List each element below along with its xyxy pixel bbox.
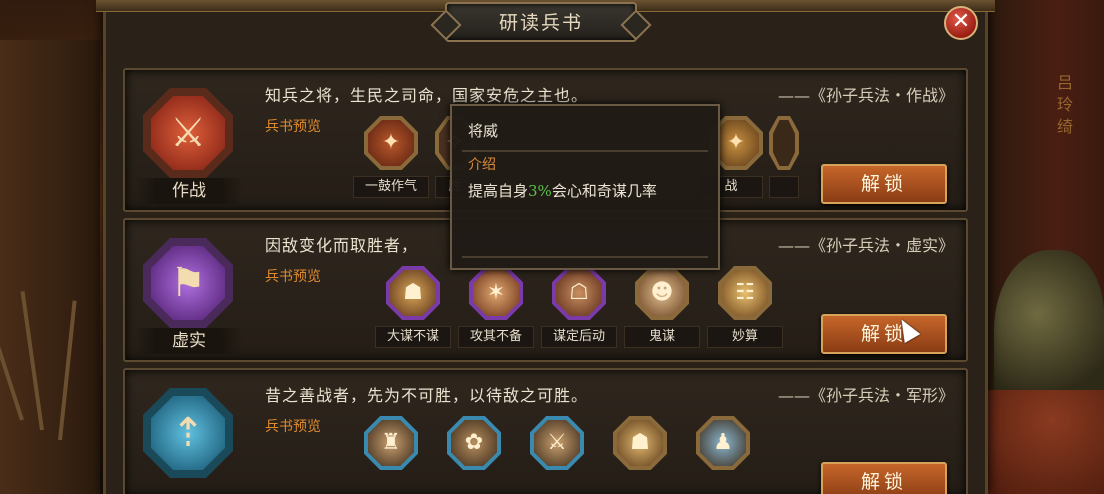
skill-name: 大谋不谋 bbox=[375, 326, 451, 348]
skill-item[interactable]: ♜ bbox=[353, 416, 429, 470]
skill-item[interactable]: ☷ 妙算 bbox=[707, 266, 783, 348]
skill-name bbox=[769, 176, 799, 198]
unlock-button[interactable]: 解锁 bbox=[821, 462, 947, 494]
skill-icon: ☗ bbox=[390, 270, 436, 316]
window-title: 研读兵书 bbox=[498, 12, 583, 34]
emblem-label: 虚实 bbox=[135, 328, 243, 354]
unlock-button[interactable]: 解锁 bbox=[821, 314, 947, 354]
skill-icon: ☷ bbox=[722, 270, 768, 316]
lion-statue-decoration bbox=[994, 250, 1104, 410]
tooltip-divider bbox=[462, 150, 708, 152]
skill-name: 妙算 bbox=[707, 326, 783, 348]
skill-name: 攻其不备 bbox=[458, 326, 534, 348]
skill-item[interactable]: ☗ 大谋不谋 bbox=[375, 266, 451, 348]
skill-icon: ☗ bbox=[617, 420, 663, 466]
emblem-zuozhan-icon[interactable]: ⚔ bbox=[143, 88, 233, 178]
preview-label: 兵书预览 bbox=[265, 269, 321, 285]
skill-item[interactable] bbox=[769, 116, 799, 198]
book-quote: 知兵之将，生民之司命，国家安危之主也。 bbox=[265, 86, 589, 105]
book-card-junxing: ⇡ 昔之善战者，先为不可胜，以待敌之可胜。 ——《孙子兵法・军形》 兵书预览 ♜… bbox=[123, 368, 968, 494]
skill-item[interactable]: ✦ 一鼓作气 bbox=[353, 116, 429, 198]
skill-icon: ♟ bbox=[700, 420, 746, 466]
side-character-name[interactable]: 吕玲绮 bbox=[1050, 72, 1080, 138]
skill-item[interactable]: ☗ bbox=[602, 416, 678, 470]
preview-label: 兵书预览 bbox=[265, 419, 321, 435]
skill-item[interactable]: ☖ 谋定后动 bbox=[541, 266, 617, 348]
skill-icon: ⚔ bbox=[534, 420, 580, 466]
tooltip-section-label: 介绍 bbox=[468, 157, 496, 173]
unlock-button[interactable]: 解锁 bbox=[821, 164, 947, 204]
skill-name: 一鼓作气 bbox=[353, 176, 429, 198]
emblem-label: 作战 bbox=[135, 178, 243, 204]
skill-icon bbox=[773, 120, 795, 166]
skill-icon: ✦ bbox=[368, 120, 414, 166]
book-quote: 因敌变化而取胜者， bbox=[265, 236, 419, 255]
character-decoration bbox=[974, 390, 1104, 494]
book-source: ——《孙子兵法・作战》 bbox=[777, 86, 954, 105]
skill-icon: ✿ bbox=[451, 420, 497, 466]
tooltip-highlight-value: 3% bbox=[528, 182, 552, 200]
skill-icon: ☻ bbox=[639, 270, 685, 316]
skill-item[interactable]: ♟ bbox=[685, 416, 761, 470]
book-quote: 昔之善战者，先为不可胜，以待敌之可胜。 bbox=[265, 386, 589, 405]
emblem-junxing-icon[interactable]: ⇡ bbox=[143, 388, 233, 478]
book-source: ——《孙子兵法・军形》 bbox=[777, 386, 954, 405]
skill-item[interactable]: ☻ 鬼谋 bbox=[624, 266, 700, 348]
skill-name: 谋定后动 bbox=[541, 326, 617, 348]
skill-icon: ✶ bbox=[473, 270, 519, 316]
skill-tooltip: 将威 介绍 提高自身3%会心和奇谋几率 bbox=[450, 104, 720, 270]
skill-icon: ♜ bbox=[368, 420, 414, 466]
skill-item[interactable]: ✶ 攻其不备 bbox=[458, 266, 534, 348]
skill-icon: ☖ bbox=[556, 270, 602, 316]
background-shelf bbox=[0, 40, 100, 494]
skill-item[interactable]: ⚔ bbox=[519, 416, 595, 470]
skill-item[interactable]: ✿ bbox=[436, 416, 512, 470]
book-source: ——《孙子兵法・虚实》 bbox=[777, 236, 954, 255]
skill-name: 鬼谋 bbox=[624, 326, 700, 348]
close-icon[interactable]: ✕ bbox=[944, 6, 978, 40]
tooltip-divider bbox=[462, 256, 708, 258]
tooltip-title: 将威 bbox=[468, 122, 499, 140]
emblem-xushi-icon[interactable]: ⚑ bbox=[143, 238, 233, 328]
preview-label: 兵书预览 bbox=[265, 119, 321, 135]
tooltip-description: 提高自身3%会心和奇谋几率 bbox=[468, 182, 657, 200]
